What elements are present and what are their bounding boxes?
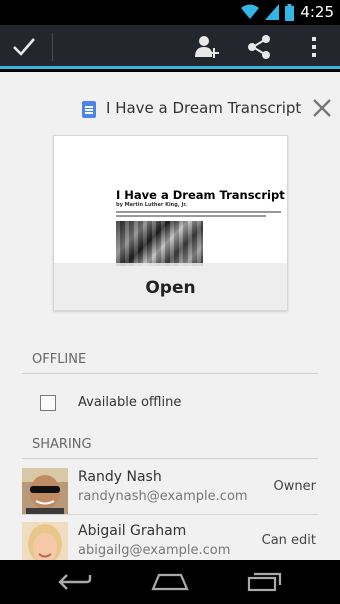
recent-apps-icon: [247, 572, 282, 592]
back-button[interactable]: [55, 568, 95, 596]
home-button[interactable]: [150, 568, 190, 596]
google-doc-icon: [82, 101, 96, 118]
recent-apps-button[interactable]: [245, 568, 285, 596]
list-item[interactable]: Abigail Graham abigailg@example.com Can …: [22, 519, 318, 560]
action-bar-divider: [52, 33, 53, 61]
overflow-menu-button[interactable]: [298, 31, 330, 63]
sharing-section-label: SHARING: [32, 437, 92, 452]
status-time: 4:25: [300, 3, 334, 21]
battery-icon: [285, 3, 295, 21]
avatar: [22, 522, 68, 560]
document-details-panel: I Have a Dream Transcript I Have a Dream…: [0, 72, 340, 560]
person-email: randynash@example.com: [78, 489, 248, 504]
person-role[interactable]: Can edit: [262, 533, 316, 548]
wifi-icon: [241, 4, 260, 19]
preview-photo: [116, 221, 203, 266]
share-icon: [248, 35, 270, 59]
preview-text-line: [116, 211, 281, 213]
preview-author: by Martin Luther King, Jr.: [116, 202, 187, 208]
share-button[interactable]: [243, 31, 275, 63]
overflow-menu-icon: [312, 37, 316, 57]
document-title: I Have a Dream Transcript: [106, 99, 302, 117]
list-item[interactable]: Randy Nash randynash@example.com Owner: [22, 465, 318, 515]
done-button[interactable]: [10, 33, 38, 61]
preview-text-line: [116, 215, 266, 217]
open-label: Open: [145, 277, 196, 298]
person-name: Randy Nash: [78, 469, 162, 485]
person-role[interactable]: Owner: [274, 479, 316, 494]
available-offline-row[interactable]: Available offline: [22, 384, 318, 424]
avatar: [22, 468, 68, 514]
close-icon: [313, 99, 331, 117]
back-icon: [58, 574, 92, 590]
add-person-icon: [195, 36, 219, 58]
offline-section-label: OFFLINE: [32, 352, 87, 367]
open-button[interactable]: Open: [54, 263, 287, 310]
home-icon: [151, 573, 189, 591]
document-preview[interactable]: I Have a Dream Transcript by Martin Luth…: [53, 135, 288, 311]
offline-section-header: OFFLINE: [22, 344, 318, 374]
sharing-section-header: SHARING: [22, 429, 318, 459]
navigation-bar: [0, 560, 340, 604]
document-header: I Have a Dream Transcript: [0, 94, 340, 124]
row-divider: [22, 514, 318, 515]
available-offline-label: Available offline: [78, 395, 182, 410]
available-offline-checkbox[interactable]: [40, 395, 56, 411]
person-email: abigailg@example.com: [78, 543, 231, 558]
add-person-button[interactable]: [191, 31, 223, 63]
signal-icon: [265, 4, 280, 20]
preview-title: I Have a Dream Transcript: [116, 188, 285, 202]
close-button[interactable]: [310, 96, 334, 120]
status-bar: 4:25: [0, 0, 340, 25]
person-name: Abigail Graham: [78, 523, 187, 539]
action-bar: [0, 25, 340, 69]
check-icon: [13, 38, 35, 56]
